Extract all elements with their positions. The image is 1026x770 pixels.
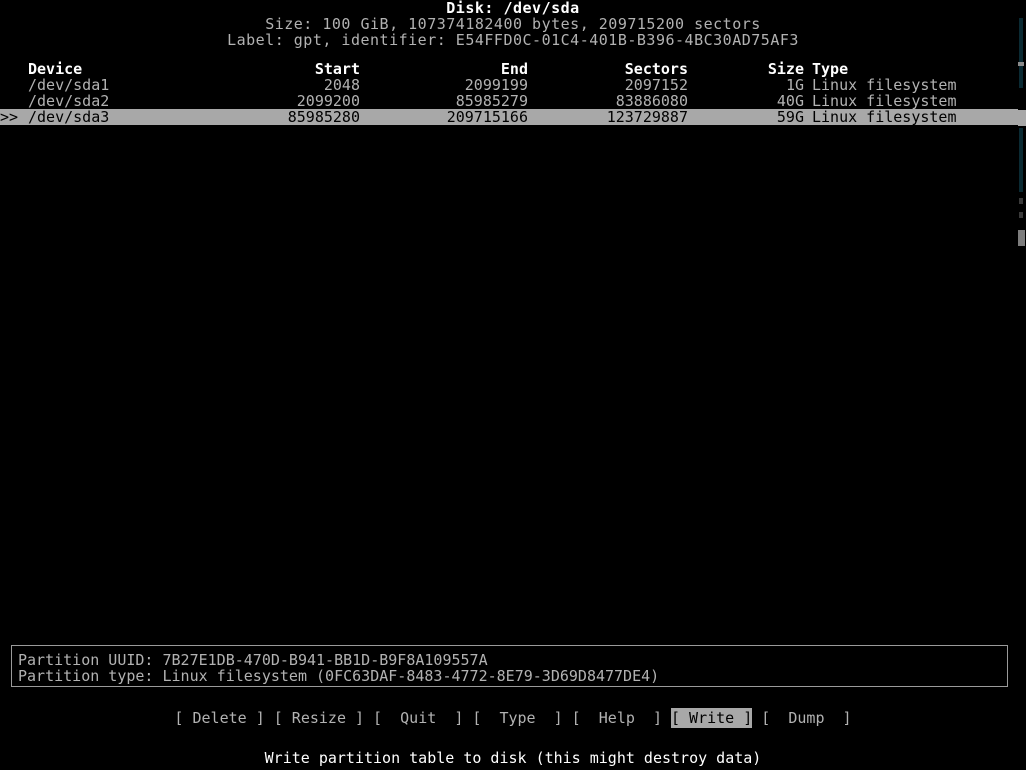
menu-item-write[interactable]: [ Write ] xyxy=(670,708,753,728)
menu-bracket-close: ] xyxy=(734,709,753,727)
menu-bracket-open: [ xyxy=(761,709,789,727)
menu-bracket-open: [ xyxy=(373,709,401,727)
row-size: 1G xyxy=(785,77,804,93)
row-device: /dev/sda2 xyxy=(28,93,110,109)
scrollbar-thumb[interactable] xyxy=(1018,230,1025,246)
row-sectors: 123729887 xyxy=(606,109,688,125)
row-end: 2099199 xyxy=(464,77,528,93)
menu-gap xyxy=(662,703,671,723)
menu-label-quit: Quit xyxy=(400,709,437,727)
menu-bracket-open: [ xyxy=(571,709,599,727)
menu-bracket-open: [ xyxy=(273,709,292,727)
menu-item-dump[interactable]: [ Dump ] xyxy=(761,708,851,728)
column-header-end: End xyxy=(500,61,528,77)
partition-table: Device Start End Sectors Size Type /dev/… xyxy=(0,61,1026,125)
row-end: 85985279 xyxy=(455,93,528,109)
menu-item-delete[interactable]: [ Delete ] xyxy=(174,708,264,728)
row-sectors: 2097152 xyxy=(624,77,688,93)
menu-bracket-open: [ xyxy=(174,709,193,727)
row-selection-marker xyxy=(0,77,26,93)
menu-item-resize[interactable]: [ Resize ] xyxy=(274,708,364,728)
scrollbar-mark xyxy=(1019,198,1023,204)
row-type: Linux filesystem xyxy=(812,109,957,125)
row-size: 40G xyxy=(776,93,804,109)
menu-gap xyxy=(364,703,373,723)
column-header-device: Device xyxy=(28,61,83,77)
scrollbar-mark xyxy=(1019,212,1023,218)
row-start: 85985280 xyxy=(287,109,360,125)
scrollbar-tick xyxy=(1018,62,1024,66)
menu-item-quit[interactable]: [ Quit ] xyxy=(373,708,463,728)
menu-label-type: Type xyxy=(499,709,536,727)
table-row[interactable]: /dev/sda1 2048 2099199 2097152 1G Linux … xyxy=(0,77,1018,93)
bottom-filler xyxy=(0,766,1026,770)
disk-label-line: Label: gpt, identifier: E54FFD0C-01C4-40… xyxy=(227,31,799,49)
table-row[interactable]: /dev/sda2 2099200 85985279 83886080 40G … xyxy=(0,93,1018,109)
menu-bracket-open: [ xyxy=(670,709,690,727)
menu-label-resize: Resize xyxy=(291,709,346,727)
row-device: /dev/sda3 xyxy=(28,109,110,125)
column-header-size: Size xyxy=(767,61,804,77)
row-selection-marker xyxy=(0,93,26,109)
menu-bar: [ Delete ][ Resize ][ Quit ][ Type ][ He… xyxy=(0,703,1026,728)
status-line: Write partition table to disk (this migh… xyxy=(264,749,762,767)
column-header-sectors: Sectors xyxy=(624,61,688,77)
menu-bracket-close: ] xyxy=(246,709,265,727)
menu-bracket-close: ] xyxy=(535,709,563,727)
menu-bracket-close: ] xyxy=(345,709,365,727)
row-start: 2099200 xyxy=(296,93,360,109)
menu-bracket-close: ] xyxy=(634,709,662,727)
scrollbar-segment xyxy=(1019,18,1023,88)
menu-gap xyxy=(563,703,572,723)
menu-gap xyxy=(752,703,761,723)
table-header-row: Device Start End Sectors Size Type xyxy=(0,61,1018,77)
menu-bracket-close: ] xyxy=(824,709,852,727)
column-header-type: Type xyxy=(812,61,849,77)
row-type: Linux filesystem xyxy=(812,77,957,93)
menu-bracket-close: ] xyxy=(436,709,464,727)
disk-title: Disk: /dev/sda xyxy=(446,0,580,17)
disk-size-line: Size: 100 GiB, 107374182400 bytes, 20971… xyxy=(265,15,761,33)
row-start: 2048 xyxy=(323,77,360,93)
partition-type-line: Partition type: Linux filesystem (0FC63D… xyxy=(18,667,660,685)
menu-label-help: Help xyxy=(598,709,635,727)
row-size: 59G xyxy=(776,109,804,125)
menu-item-help[interactable]: [ Help ] xyxy=(572,708,662,728)
row-device: /dev/sda1 xyxy=(28,77,110,93)
partition-uuid-line: Partition UUID: 7B27E1DB-470D-B941-BB1D-… xyxy=(18,651,488,669)
menu-label-delete: Delete xyxy=(192,709,247,727)
menu-label-dump: Dump xyxy=(788,709,825,727)
column-header-start: Start xyxy=(314,61,360,77)
menu-label-write: Write xyxy=(689,709,735,727)
cfdisk-screen: Disk: /dev/sda Size: 100 GiB, 1073741824… xyxy=(0,0,1026,770)
partition-info-box: Partition UUID: 7B27E1DB-470D-B941-BB1D-… xyxy=(11,645,1008,687)
menu-gap xyxy=(265,703,274,723)
menu-bracket-open: [ xyxy=(472,709,500,727)
selection-overhang xyxy=(1018,110,1026,126)
row-sectors: 83886080 xyxy=(615,93,688,109)
row-selection-marker: >> xyxy=(0,109,19,125)
scrollbar-segment xyxy=(1019,128,1023,192)
row-end: 209715166 xyxy=(446,109,528,125)
table-row-selected[interactable]: >> /dev/sda3 85985280 209715166 12372988… xyxy=(0,109,1018,125)
menu-gap xyxy=(463,703,472,723)
menu-item-type[interactable]: [ Type ] xyxy=(472,708,562,728)
row-type: Linux filesystem xyxy=(812,93,957,109)
